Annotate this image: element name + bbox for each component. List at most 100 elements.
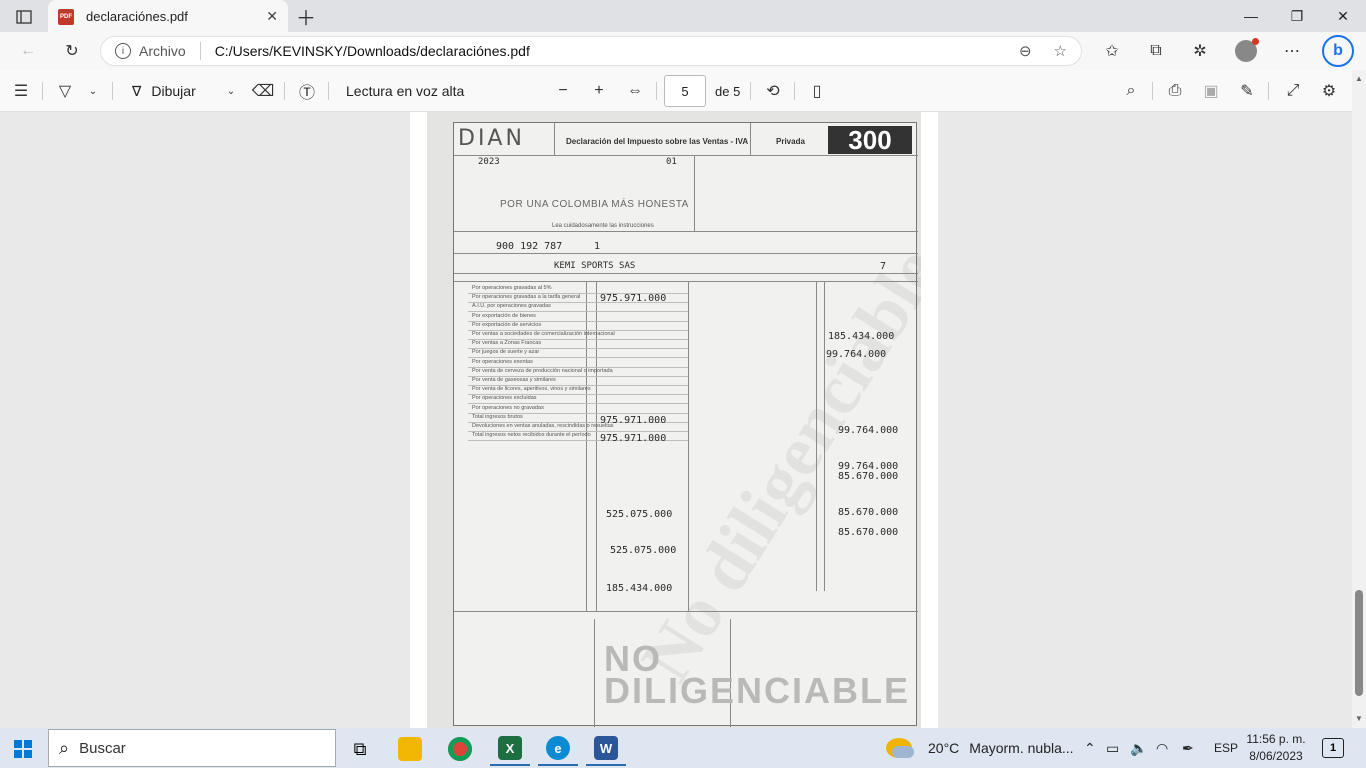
time: 11:56 p. m. xyxy=(1246,732,1306,746)
nit-value: 900 192 787 xyxy=(496,241,563,252)
pdf-viewer[interactable]: No diligenciable DIAN Declaración del Im… xyxy=(0,112,1352,728)
close-window-button[interactable]: ✕ xyxy=(1320,0,1366,32)
wifi-icon[interactable]: ◠ xyxy=(1156,728,1168,768)
clock[interactable]: 11:56 p. m. 8/06/2023 xyxy=(1244,731,1308,765)
pen-icon[interactable]: ✒ xyxy=(1182,728,1194,768)
slogan: POR UNA COLOMBIA MÁS HONESTA xyxy=(500,199,689,210)
value-row-82: 85.670.000 xyxy=(838,471,899,482)
tab-strip: PDF declaraciónes.pdf ✕ ＋ — ❐ ✕ xyxy=(0,0,1366,33)
toolbar-divider xyxy=(1268,82,1269,100)
rotate-icon[interactable]: ⟲ xyxy=(762,80,784,102)
form-row-label: Por operaciones gravadas a la tarifa gen… xyxy=(472,294,581,301)
save-as-icon[interactable]: ✎ xyxy=(1236,80,1258,102)
add-text-icon[interactable]: Ⓣ xyxy=(296,80,318,102)
instructions-text: Lea cuidadosamente las instrucciones xyxy=(552,223,654,229)
fit-page-icon[interactable]: ⇔ xyxy=(624,80,646,102)
file-explorer-app[interactable] xyxy=(390,732,430,766)
language-indicator[interactable]: ESP xyxy=(1214,728,1238,768)
windows-logo-icon xyxy=(14,750,22,758)
volume-icon[interactable]: 🔈 xyxy=(1130,728,1147,768)
browser-tab[interactable]: PDF declaraciónes.pdf ✕ xyxy=(48,0,288,33)
form-row-label: Por operaciones gravadas al 5% xyxy=(472,285,552,291)
windows-logo-icon xyxy=(14,740,22,748)
divider xyxy=(454,611,918,612)
form-number: 300 xyxy=(828,125,912,155)
fullscreen-icon[interactable]: ⤢ xyxy=(1282,80,1304,102)
form-row-label: Por ventas a Zonas Francas xyxy=(472,340,542,347)
scanned-form-image: No diligenciable DIAN Declaración del Im… xyxy=(427,112,921,728)
year-value: 2023 xyxy=(478,157,500,167)
network-icon[interactable]: ▭ xyxy=(1106,728,1119,768)
divider xyxy=(454,281,918,282)
draw-dropdown-icon[interactable]: ⌄ xyxy=(220,80,242,102)
privacy-label: Privada xyxy=(776,137,805,146)
eraser-icon[interactable]: ⌫ xyxy=(252,80,275,102)
minimize-button[interactable]: — xyxy=(1228,0,1274,32)
highlight-dropdown-icon[interactable]: ⌄ xyxy=(82,80,104,102)
notifications-button[interactable]: 1 xyxy=(1322,738,1344,758)
section-code: 7 xyxy=(880,261,887,272)
value-row-28: 975.971.000 xyxy=(600,293,667,304)
edge-app[interactable]: e xyxy=(538,732,578,766)
save-icon[interactable]: ▣ xyxy=(1200,80,1222,102)
url-text[interactable]: C:/Users/KEVINSKY/Downloads/declaracióne… xyxy=(215,43,997,59)
extensions-icon[interactable]: ✲ xyxy=(1188,39,1212,63)
pdf-page: No diligenciable DIAN Declaración del Im… xyxy=(410,112,938,728)
form-row-label: A.I.U. por operaciones gravadas xyxy=(472,303,551,310)
address-bar[interactable]: i Archivo C:/Users/KEVINSKY/Downloads/de… xyxy=(100,36,1082,66)
tab-actions-button[interactable] xyxy=(10,6,38,28)
weather-widget[interactable]: 20°C Mayorm. nubla... xyxy=(886,728,1074,768)
read-aloud-button[interactable]: Lectura en voz alta xyxy=(346,80,464,102)
start-button[interactable] xyxy=(14,740,32,758)
highlight-icon[interactable]: ▽ xyxy=(54,80,76,102)
zoom-out-button[interactable]: − xyxy=(552,80,574,102)
favorite-star-icon[interactable]: ☆ xyxy=(1054,42,1067,60)
find-icon[interactable]: ⌕ xyxy=(1120,80,1142,102)
draw-button[interactable]: ∇ Dibujar xyxy=(132,80,196,102)
toolbar-divider xyxy=(750,82,751,100)
tab-actions-icon xyxy=(16,10,32,24)
excel-app[interactable]: X xyxy=(490,732,530,766)
new-tab-button[interactable]: ＋ xyxy=(294,4,318,30)
task-view-button[interactable]: ⧉ xyxy=(340,732,380,766)
contents-icon[interactable]: ☰ xyxy=(10,80,32,102)
total-pages: de 5 xyxy=(715,83,741,99)
favorites-icon[interactable]: ✩ xyxy=(1100,39,1124,63)
profile-button[interactable] xyxy=(1234,38,1259,63)
draw-label: Dibujar xyxy=(151,83,196,99)
more-menu-icon[interactable]: ⋯ xyxy=(1280,39,1304,63)
value-row-59: 185.434.000 xyxy=(606,583,673,594)
pdf-file-icon: PDF xyxy=(58,8,74,25)
value-row-77: 99.764.000 xyxy=(838,425,899,436)
print-icon[interactable]: ⎙ xyxy=(1164,80,1186,102)
value-row-51: 525.075.000 xyxy=(606,509,673,520)
restore-button[interactable]: ❐ xyxy=(1274,0,1320,32)
zoom-out-icon[interactable]: ⊖ xyxy=(1019,42,1032,60)
settings-gear-icon[interactable]: ⚙ xyxy=(1318,80,1340,102)
back-button[interactable]: ← xyxy=(16,39,40,63)
value-row-43: 975.971.000 xyxy=(600,433,667,444)
close-tab-icon[interactable]: ✕ xyxy=(266,8,278,25)
divider xyxy=(554,123,555,155)
info-icon[interactable]: i xyxy=(115,43,131,59)
scrollbar-thumb[interactable] xyxy=(1355,590,1363,696)
taskbar-search[interactable]: ⌕ Buscar xyxy=(48,729,336,767)
divider xyxy=(750,123,751,155)
chrome-icon xyxy=(448,737,472,761)
refresh-button[interactable]: ↻ xyxy=(60,39,84,63)
chrome-app[interactable] xyxy=(440,732,480,766)
toolbar-divider xyxy=(656,82,657,100)
toolbar-divider xyxy=(284,82,285,100)
form-row-label: Por venta de cerveza de producción nacio… xyxy=(472,367,613,374)
page-number-input[interactable]: 5 xyxy=(664,75,706,107)
page-view-icon[interactable]: ▯ xyxy=(806,80,828,102)
scroll-up-icon[interactable]: ▲ xyxy=(1355,74,1363,83)
zoom-in-button[interactable]: + xyxy=(588,80,610,102)
collections-icon[interactable]: ⧉ xyxy=(1144,39,1168,63)
scroll-down-icon[interactable]: ▼ xyxy=(1355,714,1363,723)
vertical-scrollbar[interactable]: ▲ ▼ xyxy=(1352,70,1366,728)
word-app[interactable]: W xyxy=(586,732,626,766)
form-title: Declaración del Impuesto sobre las Venta… xyxy=(566,137,749,146)
bing-chat-icon[interactable]: b xyxy=(1322,35,1354,67)
show-hidden-icons[interactable]: ⌃ xyxy=(1084,728,1096,768)
